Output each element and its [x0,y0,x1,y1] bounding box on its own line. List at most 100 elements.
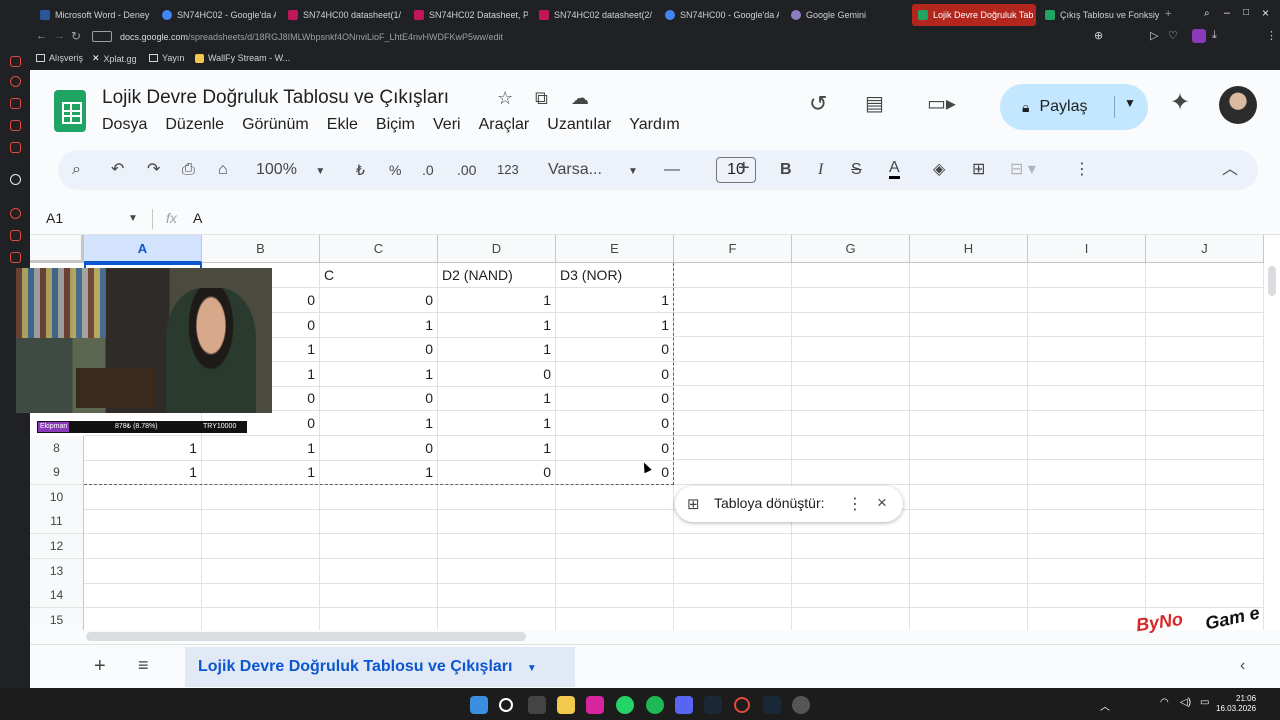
cell[interactable]: 1 [320,411,438,436]
cell[interactable] [1028,583,1146,609]
more-options-icon[interactable]: ⋮ [1074,160,1090,180]
cell[interactable] [910,583,1028,609]
steam-icon[interactable] [704,696,722,714]
merge-cells-icon[interactable]: ⊟ ▾ [1010,160,1036,180]
cell[interactable] [556,484,674,510]
bold-icon[interactable]: B [780,160,792,180]
column-header-g[interactable]: G [792,235,910,263]
cell[interactable] [202,509,320,535]
menu-help[interactable]: Yardım [629,116,679,134]
more-options-icon[interactable]: ⋮ [847,494,863,514]
tray-chevron-icon[interactable]: ︿ [1100,698,1110,713]
steam-icon[interactable] [763,696,781,714]
browser-tab[interactable]: Microsoft Word - Deney [34,4,152,26]
cell[interactable] [1146,410,1264,436]
cell[interactable] [792,312,910,338]
cell[interactable] [1028,607,1146,630]
cell[interactable]: 1 [202,435,320,461]
cell[interactable] [674,336,792,362]
cell[interactable] [556,583,674,609]
side-app-icon[interactable] [10,142,21,153]
cell[interactable] [84,509,202,535]
zoom-icon[interactable]: ⊕ [1094,29,1103,42]
star-icon[interactable]: ☆ [497,88,513,108]
cell[interactable]: 1 [320,361,438,387]
percent-button[interactable]: % [389,160,401,180]
cell[interactable] [1146,509,1264,535]
cell[interactable]: 1 [438,435,556,461]
reload-icon[interactable]: ↻ [71,29,81,43]
cell[interactable]: 1 [202,460,320,486]
cell[interactable] [1028,558,1146,584]
cell[interactable] [674,534,792,559]
browser-tab[interactable]: SN74HC00 - Google'da A [659,4,779,26]
browser-tab[interactable]: SN74HC02 - Google'da A [156,4,276,26]
cell[interactable] [1146,435,1264,461]
cell[interactable] [674,410,792,436]
cell[interactable] [320,534,438,559]
discord-icon[interactable] [675,696,693,714]
cell[interactable] [1146,361,1264,387]
cell[interactable]: 1 [320,460,438,486]
cell[interactable] [792,361,910,387]
menu-edit[interactable]: Düzenle [165,116,224,134]
menu-tools[interactable]: Araçlar [479,116,530,134]
cell[interactable] [674,386,792,411]
menu-dots-icon[interactable]: ⋮ [1266,29,1277,42]
cell[interactable] [320,583,438,609]
cell[interactable]: 1 [556,312,674,338]
chevron-down-icon[interactable]: ▼ [1124,96,1136,110]
menu-insert[interactable]: Ekle [327,116,358,134]
cell[interactable] [1146,386,1264,411]
minimize-icon[interactable]: – [1224,7,1230,19]
cell[interactable] [910,361,1028,387]
cell[interactable] [438,583,556,609]
cell[interactable] [84,534,202,559]
horizontal-scrollbar[interactable] [86,632,526,641]
convert-to-table-chip[interactable]: ⊞ Tabloya dönüştür: ⋮ × [675,486,903,522]
cell[interactable] [910,263,1028,288]
cell[interactable]: 0 [556,386,674,412]
cell[interactable]: 1 [84,435,202,461]
cell[interactable] [792,336,910,362]
cell[interactable] [792,459,910,485]
side-app-icon[interactable] [10,98,21,109]
cell[interactable] [438,484,556,510]
play-icon[interactable]: ▷ [1150,29,1158,42]
column-header-f[interactable]: F [674,235,792,263]
browser-tab[interactable]: Google Gemini [785,4,903,26]
italic-icon[interactable]: I [818,160,823,180]
side-app-icon[interactable] [10,208,21,219]
cell[interactable] [1146,534,1264,559]
favorite-icon[interactable]: ♡ [1168,29,1178,42]
cell[interactable] [910,386,1028,411]
cell[interactable] [910,435,1028,461]
avatar[interactable] [1219,86,1257,124]
column-header-c[interactable]: C [320,235,438,263]
name-box[interactable]: A1 [46,210,63,226]
cell[interactable] [910,534,1028,559]
vertical-scrollbar[interactable] [1268,266,1276,296]
font-size-input[interactable]: 10 [716,157,756,183]
browser-tab[interactable]: Çıkış Tablosu ve Fonksiyo [1039,4,1159,26]
cell[interactable]: 0 [556,411,674,436]
cell[interactable] [556,607,674,630]
cell[interactable]: 1 [438,386,556,412]
all-sheets-icon[interactable]: ≡ [138,655,149,676]
browser-tab[interactable]: SN74HC02 Datasheet, PD [408,4,528,26]
cell[interactable] [1146,484,1264,510]
more-formats-button[interactable]: 123 [497,160,519,180]
row-header[interactable]: 8 [30,435,84,461]
borders-icon[interactable]: ⊞ [972,160,985,180]
cell[interactable] [910,484,1028,510]
cell[interactable] [1028,361,1146,387]
whatsapp-icon[interactable] [616,696,634,714]
row-header[interactable]: 15 [30,607,84,630]
cell[interactable] [910,607,1028,630]
meet-icon[interactable]: ▭▸ [927,94,956,114]
column-header-e[interactable]: E [556,235,674,263]
currency-button[interactable]: ₺ [356,160,365,180]
document-title[interactable]: Lojik Devre Doğruluk Tablosu ve Çıkışlar… [102,87,449,109]
chevron-down-icon[interactable]: ▼ [128,213,138,224]
cell[interactable]: 0 [320,435,438,461]
